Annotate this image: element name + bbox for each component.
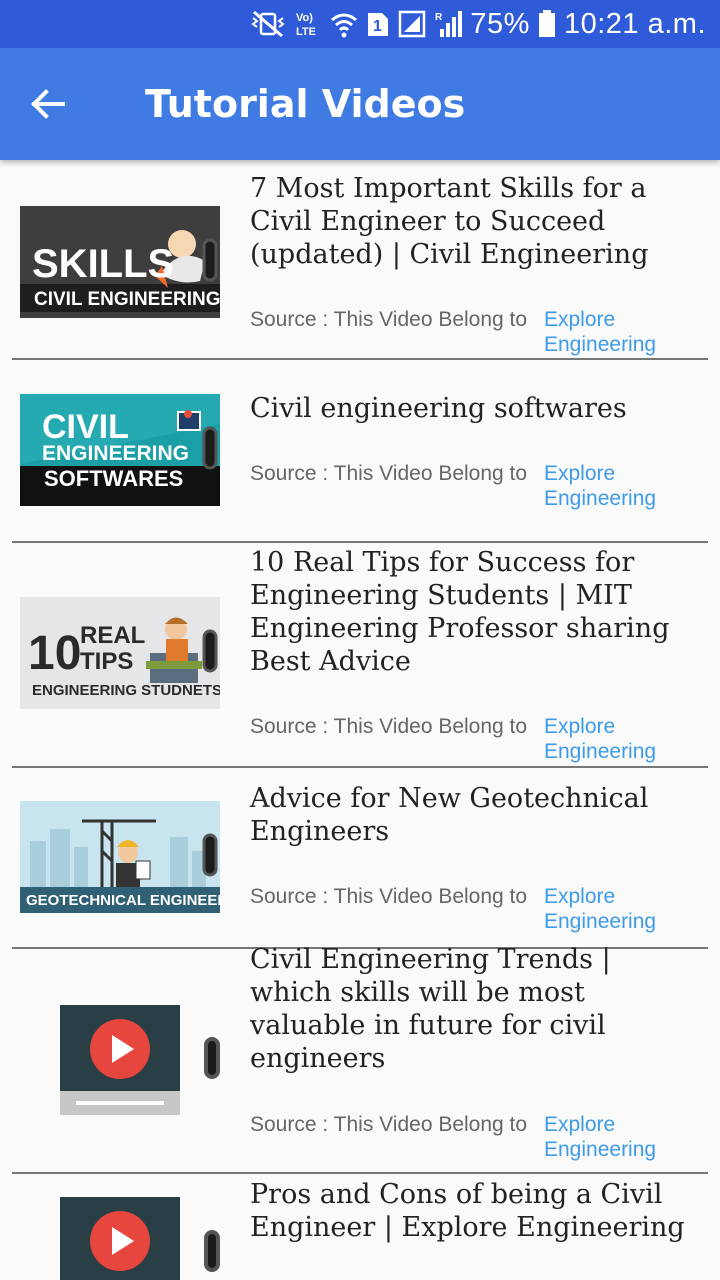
video-thumbnail[interactable]: SKILLS CIVIL ENGINEERING: [20, 206, 220, 318]
scroll-handle[interactable]: [204, 1230, 220, 1272]
thumbnail-text: TIPS: [80, 648, 133, 675]
page-title: Tutorial Videos: [145, 82, 466, 126]
source-link[interactable]: Explore Engineering: [544, 714, 694, 764]
battery-percent: 75%: [470, 7, 530, 40]
back-button[interactable]: [18, 74, 78, 134]
list-item[interactable]: Pros and Cons of being a Civil Engineer …: [12, 1174, 708, 1280]
roaming-indicator: R: [435, 12, 443, 23]
signal-icon: R: [434, 9, 463, 39]
source-link[interactable]: Explore Engineering: [544, 461, 694, 511]
video-thumbnail[interactable]: [60, 1197, 180, 1280]
list-item[interactable]: CIVIL ENGINEERING SOFTWARES Civil engine…: [12, 360, 708, 543]
list-item[interactable]: 10 REAL TIPS ENGINEERING STUDNETS 10 Rea…: [12, 543, 708, 768]
svg-text:LTE: LTE: [296, 26, 316, 38]
source-text: Source : This Video Belong to: [250, 715, 528, 738]
source-link[interactable]: Explore Engineering: [544, 307, 694, 357]
thumbnail-text: GEOTECHNICAL ENGINEERS: [26, 892, 220, 909]
video-title[interactable]: Pros and Cons of being a Civil Engineer …: [250, 1178, 700, 1244]
source-link[interactable]: Explore Engineering: [544, 884, 694, 934]
thumbnail-text: CIVIL: [42, 408, 129, 446]
video-title[interactable]: 7 Most Important Skills for a Civil Engi…: [250, 172, 700, 271]
list-item[interactable]: SKILLS CIVIL ENGINEERING 7 Most Importan…: [12, 160, 708, 360]
mute-vibrate-icon: [250, 9, 286, 39]
list-item[interactable]: GEOTECHNICAL ENGINEERS Advice for New Ge…: [12, 768, 708, 949]
video-title[interactable]: Civil Engineering Trends | which skills …: [250, 943, 700, 1075]
volte-icon: Vo) LTE: [294, 9, 322, 39]
thumbnail-text: REAL: [80, 622, 145, 649]
thumbnail-text: ENGINEERING STUDNETS: [32, 682, 220, 699]
app-bar: Tutorial Videos: [0, 48, 720, 160]
video-title[interactable]: 10 Real Tips for Success for Engineering…: [250, 546, 700, 678]
thumbnail-text: SKILLS: [32, 242, 174, 286]
svg-text:Vo): Vo): [296, 12, 313, 24]
thumbnail-text: ENGINEERING: [42, 442, 189, 465]
sim-icon: 1: [366, 9, 390, 39]
video-thumbnail[interactable]: [60, 1005, 180, 1115]
video-thumbnail[interactable]: CIVIL ENGINEERING SOFTWARES: [20, 394, 220, 506]
thumbnail-text: CIVIL ENGINEERING: [34, 289, 220, 310]
source-text: Source : This Video Belong to: [250, 885, 528, 908]
sim-number: 1: [373, 18, 382, 35]
source-link[interactable]: Explore Engineering: [544, 1112, 694, 1162]
status-bar: Vo) LTE 1 R 75% 10:21 a.m.: [0, 0, 720, 48]
video-thumbnail[interactable]: GEOTECHNICAL ENGINEERS: [20, 801, 220, 913]
video-title[interactable]: Civil engineering softwares: [250, 392, 700, 425]
source-text: Source : This Video Belong to: [250, 462, 528, 485]
battery-icon: [538, 9, 556, 39]
source-text: Source : This Video Belong to: [250, 308, 528, 331]
list-item[interactable]: Civil Engineering Trends | which skills …: [12, 944, 708, 1174]
video-thumbnail[interactable]: 10 REAL TIPS ENGINEERING STUDNETS: [20, 597, 220, 709]
signal-icon-1: [398, 9, 426, 39]
scroll-handle[interactable]: [204, 1037, 220, 1079]
wifi-icon: [330, 9, 358, 39]
video-title[interactable]: Advice for New Geotechnical Engineers: [250, 782, 700, 848]
thumbnail-text: 10: [28, 627, 81, 680]
arrow-left-icon: [31, 89, 65, 119]
source-text: Source : This Video Belong to: [250, 1113, 528, 1136]
clock: 10:21 a.m.: [563, 7, 706, 40]
thumbnail-text: SOFTWARES: [44, 466, 183, 491]
